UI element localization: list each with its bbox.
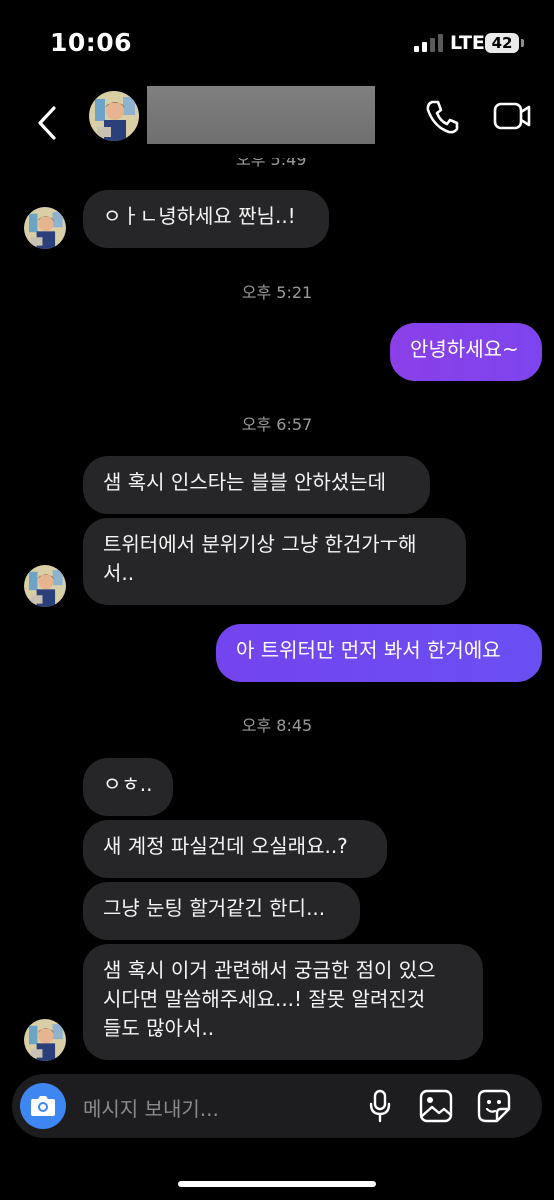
message-incoming[interactable]: 그냥 눈팅 할거같긴 한디... [83, 882, 360, 940]
network-type: LTE [450, 32, 485, 54]
chat-header [0, 86, 554, 158]
status-bar: 10:06 LTE 42 [0, 0, 554, 88]
message-composer[interactable]: 메시지 보내기... [12, 1074, 542, 1138]
message-incoming[interactable]: ㅇㅏㄴ녕하세요 짠님..! [83, 190, 329, 248]
message-outgoing[interactable]: 안녕하세요~ [390, 323, 542, 381]
contact-name-redacted[interactable] [147, 86, 375, 144]
home-indicator[interactable] [178, 1181, 376, 1187]
contact-avatar[interactable] [89, 91, 139, 141]
message-incoming[interactable]: 샘 혹시 인스타는 블블 안하셨는데 [83, 456, 430, 514]
back-icon[interactable] [30, 96, 70, 152]
message-incoming[interactable]: 트위터에서 분위기상 그냥 한건가ㅜ해 서.. [83, 518, 466, 605]
sender-avatar[interactable] [24, 207, 66, 249]
timestamp: 오후 6:57 [241, 415, 313, 434]
sender-avatar[interactable] [24, 1019, 66, 1061]
battery-tip [521, 39, 524, 47]
video-call-icon[interactable] [492, 96, 532, 136]
microphone-icon[interactable] [368, 1089, 392, 1123]
message-incoming[interactable]: 새 계정 파실건데 오실래요..? [83, 820, 387, 878]
phone-icon[interactable] [424, 96, 460, 136]
status-time: 10:06 [50, 28, 133, 57]
sticker-icon[interactable] [477, 1089, 511, 1123]
message-incoming[interactable]: ㅇㅎ.. [83, 758, 173, 816]
timestamp: 오후 5:21 [241, 283, 313, 302]
timestamp: 오후 8:45 [241, 716, 313, 735]
cell-signal-icon [414, 34, 446, 52]
camera-icon[interactable] [20, 1083, 66, 1129]
message-input[interactable]: 메시지 보내기... [83, 1093, 219, 1122]
gallery-icon[interactable] [419, 1089, 453, 1123]
sender-avatar[interactable] [24, 565, 66, 607]
message-incoming[interactable]: 샘 혹시 이거 관련해서 궁금한 점이 있으 시다면 말씀해주세요...! 잘못… [83, 944, 483, 1060]
message-outgoing[interactable]: 아 트위터만 먼저 봐서 한거에요 [216, 624, 542, 682]
battery-icon: 42 [485, 33, 519, 53]
